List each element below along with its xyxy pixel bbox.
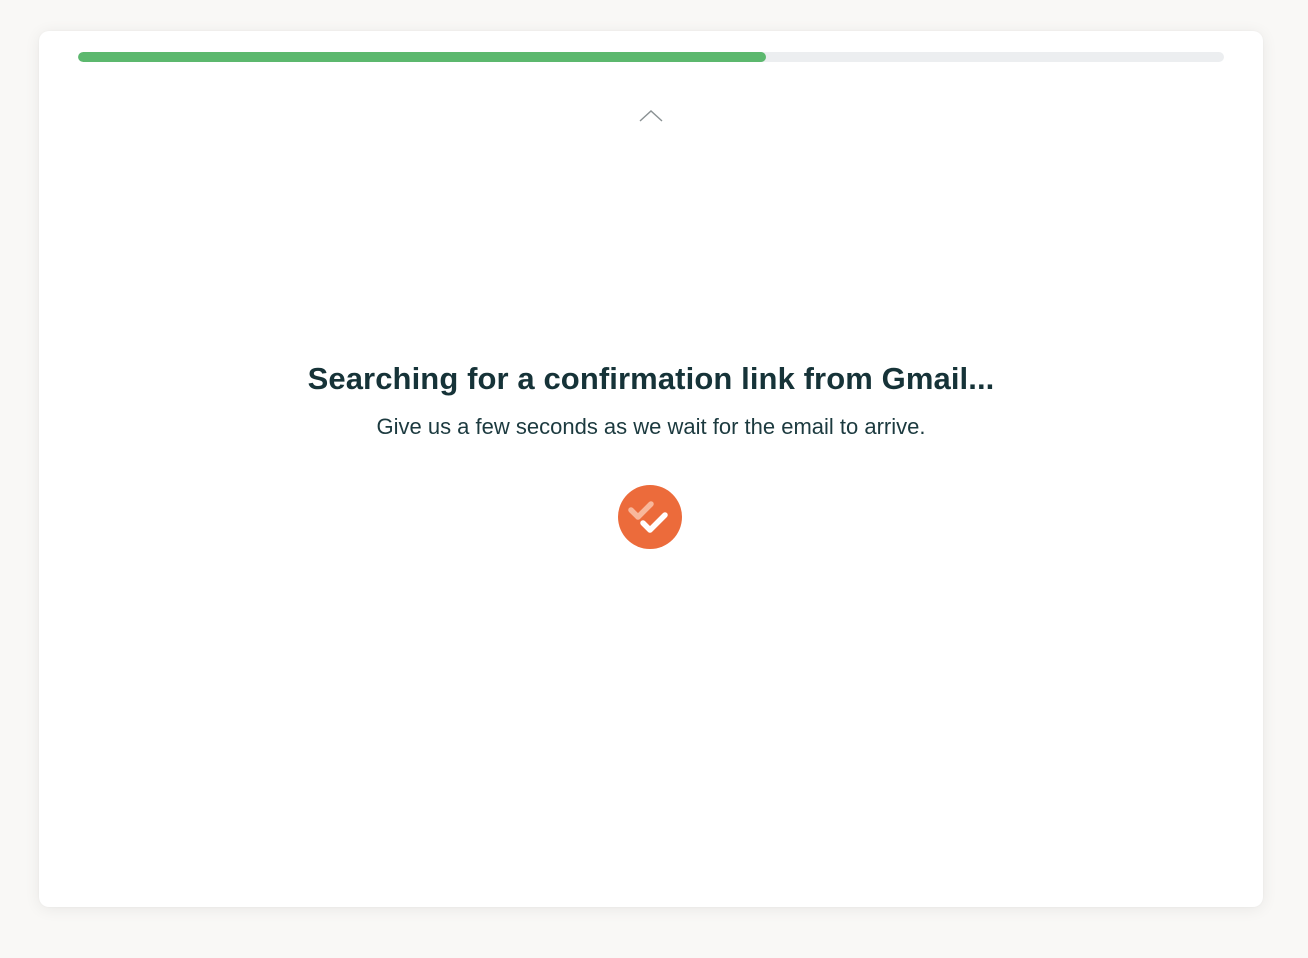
onboarding-card: Searching for a confirmation link from G… bbox=[39, 31, 1263, 907]
chevron-up-icon bbox=[639, 110, 663, 122]
double-check-logo-icon bbox=[618, 485, 682, 549]
collapse-toggle-button[interactable] bbox=[633, 103, 669, 129]
status-section: Searching for a confirmation link from G… bbox=[39, 357, 1263, 443]
status-title: Searching for a confirmation link from G… bbox=[307, 361, 995, 396]
status-subtitle: Give us a few seconds as we wait for the… bbox=[376, 414, 926, 439]
progress-bar-fill bbox=[78, 52, 766, 62]
progress-bar bbox=[78, 52, 1224, 62]
